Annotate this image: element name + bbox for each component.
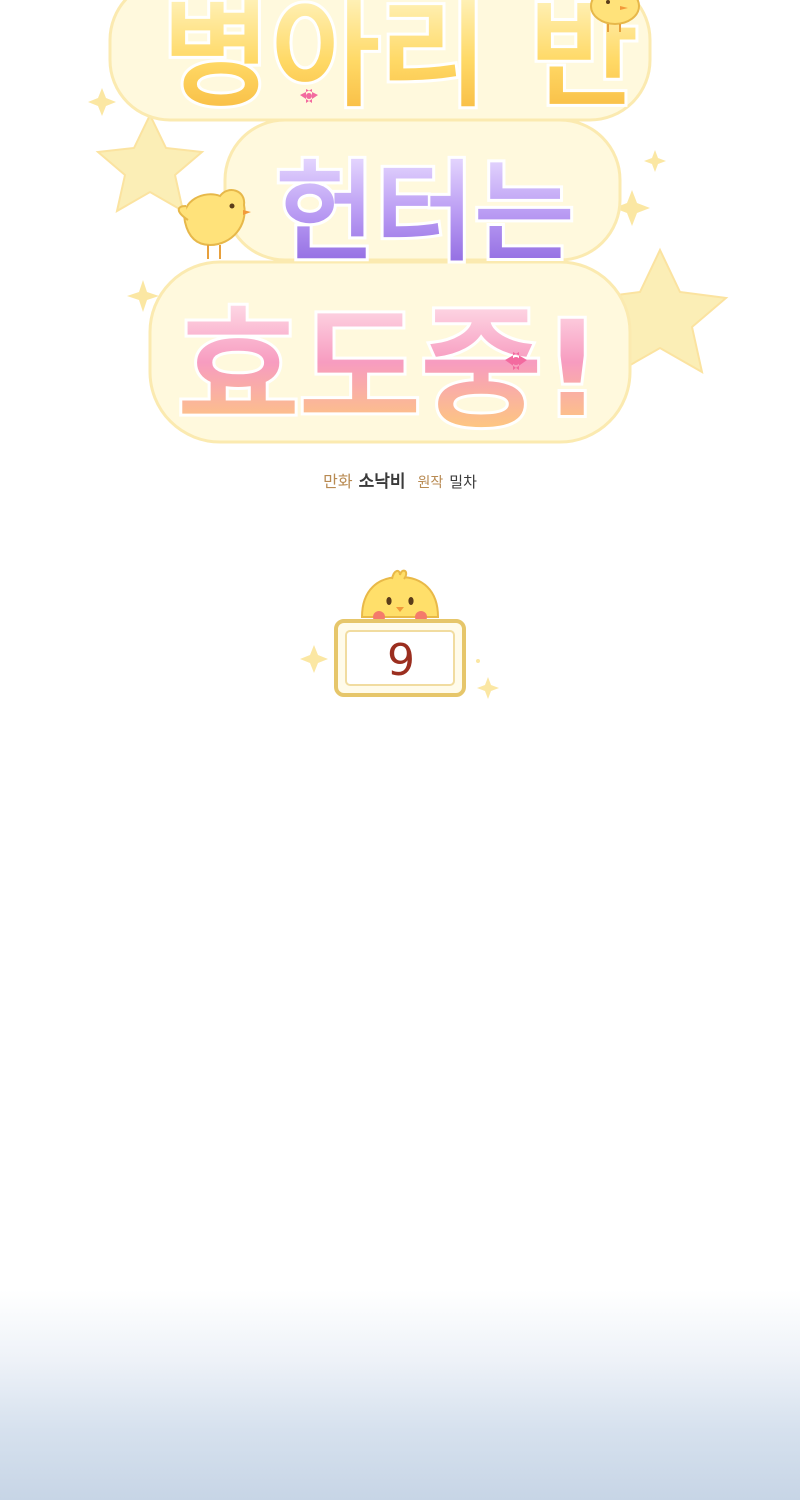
title-line-1: 병아리 반: [162, 0, 637, 123]
chick-icon: [360, 569, 440, 623]
art-credit-label: 만화: [323, 472, 353, 491]
chick-icon: [177, 189, 251, 259]
art-credit-name: 소낙비: [358, 472, 406, 492]
story-credit-label: 원작: [417, 475, 444, 491]
title-line-2: 헌터는: [276, 151, 574, 276]
story-credit-name: 밀차: [449, 473, 477, 491]
title-line-3: 효도중!: [178, 293, 603, 447]
title-logo: 병아리 반 헌터는 효도중!: [88, 0, 729, 450]
episode-number: 9: [387, 635, 415, 686]
comic-page: 병아리 반 헌터는 효도중! 만화 소낙비 원작 밀차 9: [0, 0, 800, 1500]
credits: 만화 소낙비 원작 밀차: [0, 470, 800, 495]
